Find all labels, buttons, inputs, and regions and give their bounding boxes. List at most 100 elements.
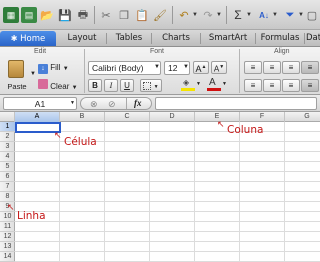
chevron-down-icon[interactable]: ▼ (216, 12, 222, 18)
row-header-12[interactable]: 12 (0, 232, 15, 242)
chevron-down-icon: ▼ (62, 66, 69, 72)
align-left-button[interactable]: ≡ (244, 79, 262, 92)
tab-smartart[interactable]: SmartArt (201, 31, 255, 46)
home-icon: ✱ (10, 34, 18, 43)
row-header-10[interactable]: 10 (0, 212, 15, 222)
annotation-cell: Célula (64, 136, 97, 148)
format-painter-icon[interactable]: 🖌 (152, 7, 168, 23)
column-header-b[interactable]: B (60, 112, 105, 122)
chevron-down-icon[interactable]: ▼ (246, 12, 252, 18)
row-header-3[interactable]: 3 (0, 142, 15, 152)
template-gallery-icon[interactable]: ▤ (21, 7, 37, 23)
group-label-edit: Edit (34, 48, 47, 55)
cancel-icon[interactable]: ⊗ (90, 99, 98, 110)
cell-grid[interactable] (15, 122, 320, 262)
formula-bar: A1 ▼ ⊗ ⊘ fx (0, 95, 320, 112)
column-header-a[interactable]: A (15, 112, 60, 122)
redo-icon[interactable]: ↷ (200, 7, 216, 23)
chevron-down-icon: ▼ (71, 85, 78, 91)
fill-button[interactable]: ↓ Fill ▼ (38, 62, 82, 74)
chevron-down-icon[interactable]: ▼ (183, 64, 189, 70)
align-top-button[interactable]: ≡ (244, 61, 262, 74)
copy-icon[interactable]: ❐ (116, 7, 132, 23)
ribbon-home: Edit Font Align Paste ▼ ↓ Fill ▼ Clear ▼… (0, 47, 320, 95)
new-workbook-icon[interactable]: ▦ (3, 7, 19, 23)
row-header-5[interactable]: 5 (0, 162, 15, 172)
column-header-f[interactable]: F (240, 112, 285, 122)
highlight-swatch (181, 88, 195, 91)
align-right-button[interactable]: ≡ (282, 79, 300, 92)
annotation-arrow-column: ↖ (217, 119, 225, 129)
enter-icon[interactable]: ⊘ (108, 99, 116, 110)
function-icon[interactable]: fx (134, 98, 142, 108)
font-color-swatch (207, 88, 221, 91)
row-header-11[interactable]: 11 (0, 222, 15, 232)
save-icon[interactable]: 💾 (57, 7, 73, 23)
autosum-icon[interactable]: Σ (230, 7, 246, 23)
tab-data[interactable]: Data (306, 31, 320, 46)
row-header-2[interactable]: 2 (0, 132, 15, 142)
align-middle-button[interactable]: ≡ (263, 61, 281, 74)
chevron-down-icon[interactable]: ▼ (30, 71, 36, 77)
row-header-6[interactable]: 6 (0, 172, 15, 182)
font-name-select[interactable]: Calibri (Body) (88, 61, 161, 75)
increase-icon: ▲ (201, 64, 207, 70)
chevron-down-icon: ▼ (222, 81, 227, 87)
align-top-icon: ≡ (250, 63, 256, 72)
filter-icon[interactable]: ⏷ (282, 7, 298, 23)
formula-buttons: ⊗ ⊘ fx (80, 97, 152, 110)
shrink-font-button[interactable]: A▼ (211, 61, 227, 74)
annotation-arrow-cell: ↖ (54, 130, 62, 140)
align-bottom-icon: ≡ (288, 63, 294, 72)
row-header-7[interactable]: 7 (0, 182, 15, 192)
undo-icon[interactable]: ↶ (176, 7, 192, 23)
highlight-color-button[interactable]: ◈ ▼ (180, 78, 202, 92)
italic-button[interactable]: I (104, 79, 118, 92)
tab-formulas[interactable]: Formulas (256, 31, 304, 46)
bold-button[interactable]: B (88, 79, 102, 92)
column-header-c[interactable]: C (105, 112, 150, 122)
align-bottom-button[interactable]: ≡ (282, 61, 300, 74)
row-header-8[interactable]: 8 (0, 192, 15, 202)
chevron-down-icon[interactable]: ▼ (154, 64, 160, 70)
tab-layout[interactable]: Layout (58, 31, 106, 46)
borders-button[interactable]: ▼ (140, 79, 162, 92)
group-separator (239, 49, 240, 93)
chevron-down-icon: ▼ (153, 84, 159, 90)
row-header-4[interactable]: 4 (0, 152, 15, 162)
tab-charts[interactable]: Charts (152, 31, 200, 46)
row-headers: 1 2 3 4 5 6 7 8 9 10 11 12 13 14 (0, 122, 15, 262)
toolbar-separator (172, 6, 173, 24)
select-all-button[interactable] (0, 112, 15, 122)
column-header-d[interactable]: D (150, 112, 195, 122)
row-header-14[interactable]: 14 (0, 252, 15, 262)
chevron-down-icon[interactable]: ▼ (192, 12, 198, 18)
fill-icon: ↓ (38, 64, 48, 74)
open-icon[interactable]: 📂 (39, 7, 55, 23)
more-tools-icon[interactable]: ▢ (304, 7, 320, 23)
align-center-button[interactable]: ≡ (263, 79, 281, 92)
cut-icon[interactable]: ✂ (98, 7, 114, 23)
name-box[interactable]: A1 (3, 97, 77, 110)
justify-icon: ≡ (307, 81, 313, 90)
clear-button[interactable]: Clear ▼ (38, 79, 82, 91)
tab-label: Home (20, 34, 46, 44)
print-icon[interactable]: 🖶 (75, 7, 91, 23)
grow-font-button[interactable]: A▲ (193, 61, 209, 74)
font-color-button[interactable]: A ▼ (206, 77, 228, 92)
column-header-g[interactable]: G (285, 112, 320, 122)
tab-home[interactable]: ✱ Home (0, 31, 56, 46)
tab-tables[interactable]: Tables (107, 31, 151, 46)
row-header-13[interactable]: 13 (0, 242, 15, 252)
paste-button[interactable]: Paste (4, 59, 30, 93)
row-header-1[interactable]: 1 (0, 122, 15, 132)
underline-button[interactable]: U (120, 79, 134, 92)
chevron-down-icon[interactable]: ▼ (272, 12, 278, 18)
wrap-text-button[interactable]: ≡ (301, 61, 319, 74)
sort-icon[interactable]: A↓ (256, 7, 272, 23)
paste-icon[interactable]: 📋 (134, 7, 150, 23)
justify-button[interactable]: ≡ (301, 79, 319, 92)
chevron-down-icon[interactable]: ▼ (70, 100, 75, 106)
formula-input[interactable] (155, 97, 317, 110)
clipboard-icon (8, 60, 24, 78)
